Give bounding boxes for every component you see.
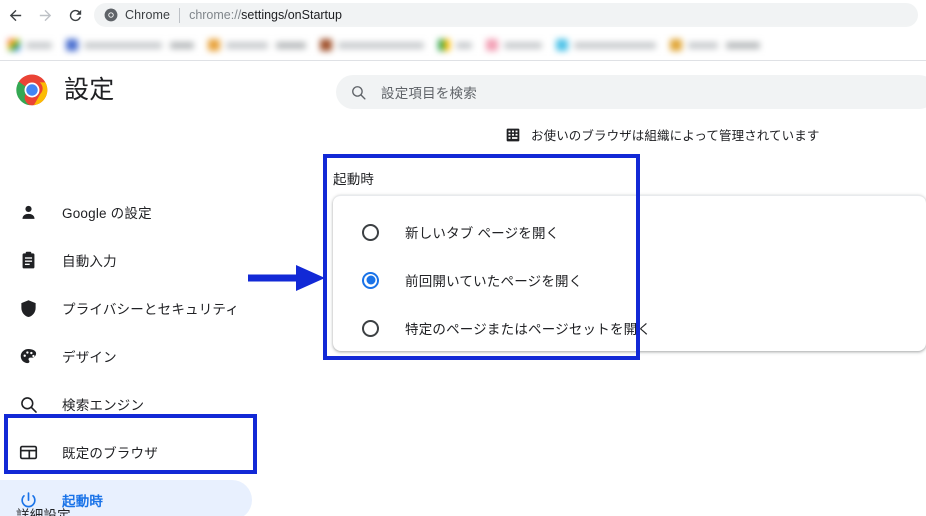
bookmark-item[interactable] xyxy=(66,39,194,51)
sidebar-item-label: 検索エンジン xyxy=(62,398,145,413)
favicon-icon xyxy=(8,39,20,51)
favicon-icon xyxy=(438,39,450,51)
search-input[interactable]: 設定項目を検索 xyxy=(336,75,926,109)
sidebar-item-privacy[interactable]: プライバシーとセキュリティ xyxy=(0,288,252,328)
favicon-icon xyxy=(320,39,332,51)
radio-option-new-tab[interactable]: 新しいタブ ページを開く xyxy=(333,210,559,254)
search-icon xyxy=(16,392,40,416)
radio-button-selected[interactable] xyxy=(362,271,379,289)
palette-icon xyxy=(16,344,40,368)
omnibox-separator xyxy=(179,7,181,23)
address-bar[interactable]: Chrome chrome://settings/onStartup xyxy=(94,3,918,27)
search-icon xyxy=(352,85,366,100)
radio-label: 特定のページまたはページセットを開く xyxy=(405,322,652,337)
sidebar-item-search-engine[interactable]: 検索エンジン xyxy=(0,384,252,424)
sidebar-item-google[interactable]: Google の設定 xyxy=(0,192,252,232)
forward-arrow-icon xyxy=(39,9,51,21)
back-arrow-icon xyxy=(9,9,21,21)
bookmark-label xyxy=(84,41,162,49)
url-path: settings/onStartup xyxy=(241,8,342,22)
bookmark-item[interactable] xyxy=(208,39,306,51)
settings-main: お使いのブラウザは組織によって管理されています 起動時 新しいタブ ページを開く… xyxy=(300,119,926,516)
sidebar-item-label: 詳細設定 xyxy=(16,508,71,516)
bookmark-label xyxy=(726,41,760,49)
browser-toolbar: Chrome chrome://settings/onStartup xyxy=(0,0,926,30)
favicon-icon xyxy=(486,39,498,51)
browser-window: Chrome chrome://settings/onStartup 設定 設定… xyxy=(0,0,926,516)
managed-browser-notice[interactable]: お使いのブラウザは組織によって管理されています xyxy=(505,125,819,144)
bookmark-item[interactable] xyxy=(438,39,472,51)
bookmark-label xyxy=(26,41,52,49)
bookmark-label xyxy=(338,41,424,49)
reload-icon xyxy=(69,9,81,21)
favicon-icon xyxy=(556,39,568,51)
radio-option-continue[interactable]: 前回開いていたページを開く xyxy=(333,258,582,302)
page-title: 設定 xyxy=(64,76,115,104)
bookmark-label xyxy=(276,41,306,49)
radio-button[interactable] xyxy=(362,319,379,337)
favicon-icon xyxy=(670,39,682,51)
managed-notice-label: お使いのブラウザは組織によって管理されています xyxy=(531,129,820,143)
omnibox-url: chrome://settings/onStartup xyxy=(189,8,342,22)
chrome-logo-icon xyxy=(104,8,118,22)
startup-options-card: 新しいタブ ページを開く 前回開いていたページを開く 特定のページまたはページセ… xyxy=(333,195,926,351)
bookmark-label xyxy=(170,41,194,49)
forward-button[interactable] xyxy=(30,0,60,30)
business-building-icon xyxy=(506,128,520,141)
bookmark-item[interactable] xyxy=(8,39,52,51)
sidebar-item-autofill[interactable]: 自動入力 xyxy=(0,240,252,280)
sidebar-item-appearance[interactable]: デザイン xyxy=(0,336,252,376)
chevron-down-icon xyxy=(216,510,228,516)
omnibox-app-name: Chrome xyxy=(125,8,171,22)
sidebar-item-advanced[interactable]: 詳細設定 xyxy=(0,494,252,516)
sidebar-item-label: Google の設定 xyxy=(62,206,152,221)
radio-label: 新しいタブ ページを開く xyxy=(405,226,560,241)
browser-window-icon xyxy=(16,440,40,464)
bookmark-item[interactable] xyxy=(670,39,760,51)
sidebar-item-label: デザイン xyxy=(62,350,117,365)
favicon-icon xyxy=(66,39,78,51)
radio-option-specific-pages[interactable]: 特定のページまたはページセットを開く xyxy=(333,306,651,350)
sidebar-item-label: 自動入力 xyxy=(62,254,117,269)
radio-label: 前回開いていたページを開く xyxy=(405,274,583,289)
bookmark-label xyxy=(456,41,472,49)
bookmark-item[interactable] xyxy=(556,39,656,51)
bookmark-item[interactable] xyxy=(320,39,424,51)
favicon-icon xyxy=(208,39,220,51)
sidebar-item-label: 既定のブラウザ xyxy=(62,446,158,461)
bookmarks-bar[interactable] xyxy=(0,30,926,60)
bookmark-label xyxy=(574,41,656,49)
section-title-on-startup: 起動時 xyxy=(333,172,375,187)
clipboard-icon xyxy=(16,248,40,272)
search-placeholder: 設定項目を検索 xyxy=(381,86,477,101)
sidebar-item-default-browser[interactable]: 既定のブラウザ xyxy=(0,432,252,472)
sidebar-item-label: プライバシーとセキュリティ xyxy=(62,302,240,317)
url-scheme: chrome:// xyxy=(189,8,242,22)
settings-page: 設定 設定項目を検索 Google の設定 自動入力 プライバシーとセキュリティ… xyxy=(0,61,926,516)
bookmark-item[interactable] xyxy=(486,39,542,51)
radio-button[interactable] xyxy=(362,223,379,241)
bookmark-label xyxy=(226,41,268,49)
chrome-logo-icon xyxy=(16,74,48,106)
reload-button[interactable] xyxy=(60,0,90,30)
shield-icon xyxy=(16,296,40,320)
back-button[interactable] xyxy=(0,0,30,30)
settings-sidebar: Google の設定 自動入力 プライバシーとセキュリティ デザイン 検索エンジ… xyxy=(0,119,300,516)
person-icon xyxy=(16,200,40,224)
bookmark-label xyxy=(504,41,542,49)
settings-header: 設定 設定項目を検索 xyxy=(0,61,926,119)
bookmark-label xyxy=(688,41,718,49)
